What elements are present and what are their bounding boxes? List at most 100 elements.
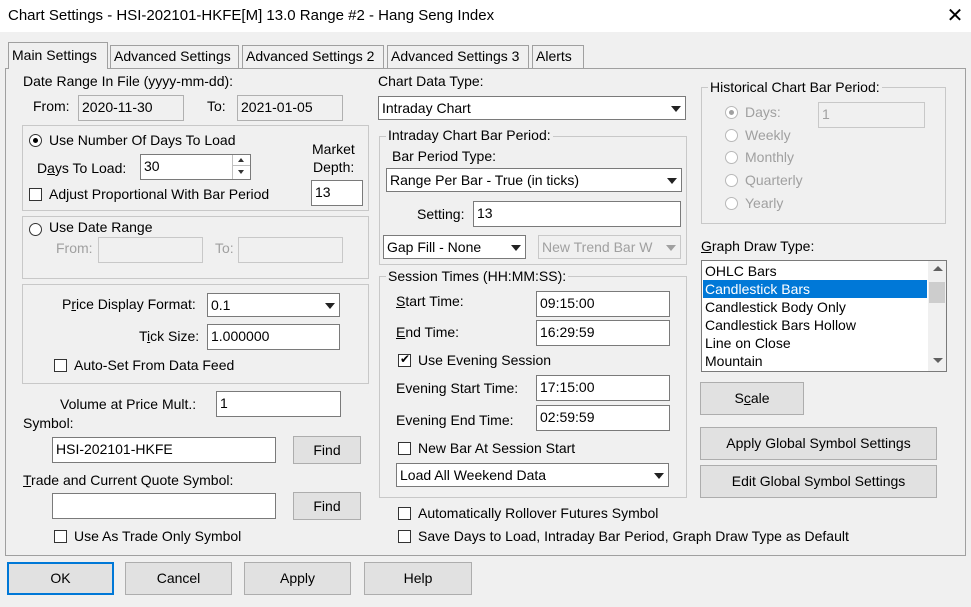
list-item-selected[interactable]: Candlestick Bars (703, 280, 927, 298)
range-from-label: From: (56, 240, 93, 256)
start-time-field[interactable]: 09:15:00 (536, 291, 670, 317)
close-icon[interactable]: ✕ (938, 3, 971, 29)
market-depth-label-1: Market (312, 141, 355, 157)
end-time-field[interactable]: 16:29:59 (536, 320, 670, 346)
yearly-label: Yearly (745, 195, 784, 211)
chevron-down-icon[interactable] (667, 97, 685, 119)
tick-size-label: Tick Size: (139, 328, 200, 344)
adjust-proportional-checkbox[interactable] (29, 188, 42, 201)
weekend-data-select[interactable]: Load All Weekend Data (396, 463, 669, 487)
bar-period-type-label: Bar Period Type: (392, 148, 497, 164)
days-to-load-label: Days To Load: (37, 160, 127, 176)
volume-mult-field[interactable]: 1 (216, 391, 341, 417)
trade-symbol-field[interactable] (52, 493, 276, 519)
trade-only-checkbox[interactable] (54, 530, 67, 543)
list-item[interactable]: OHLC Bars (703, 262, 927, 280)
new-bar-session-label: New Bar At Session Start (418, 440, 576, 456)
evening-end-label: Evening End Time: (396, 412, 514, 428)
new-trend-value: New Trend Bar W (542, 239, 653, 255)
apply-button[interactable]: Apply (244, 562, 351, 595)
chart-data-type-select[interactable]: Intraday Chart (378, 96, 686, 120)
list-item[interactable]: Candlestick Body Only (703, 298, 927, 316)
setting-field[interactable]: 13 (473, 201, 681, 227)
market-depth-label-2: Depth: (313, 159, 355, 175)
days-radio-label: Days: (745, 104, 781, 120)
auto-set-label: Auto-Set From Data Feed (74, 357, 235, 373)
chevron-down-icon[interactable] (663, 169, 681, 191)
edit-global-settings-button[interactable]: Edit Global Symbol Settings (700, 465, 937, 498)
new-bar-session-checkbox[interactable] (398, 442, 411, 455)
save-defaults-checkbox[interactable] (398, 530, 411, 543)
tick-size-field[interactable]: 1.000000 (207, 324, 340, 350)
days-to-load-stepper[interactable]: 30 (140, 154, 251, 180)
cancel-button[interactable]: Cancel (125, 562, 232, 595)
chevron-down-icon[interactable] (321, 294, 339, 316)
scale-button[interactable]: Scale (700, 382, 804, 415)
days-spinner[interactable] (232, 155, 250, 179)
help-button[interactable]: Help (364, 562, 472, 595)
scroll-down-icon[interactable] (928, 353, 946, 371)
title-bar: Chart Settings - HSI-202101-HKFE[M] 13.0… (0, 0, 971, 32)
market-depth-field[interactable]: 13 (311, 180, 363, 206)
range-to-label: To: (215, 240, 234, 256)
graph-draw-type-list[interactable]: OHLC Bars Candlestick Bars Candlestick B… (701, 260, 947, 372)
symbol-find-button[interactable]: Find (293, 436, 361, 464)
chart-data-type-label: Chart Data Type: (378, 73, 484, 89)
quarterly-radio (725, 174, 738, 187)
rollover-checkbox[interactable] (398, 507, 411, 520)
yearly-radio (725, 197, 738, 210)
price-format-select[interactable]: 0.1 (207, 293, 340, 317)
chart-data-type-value: Intraday Chart (382, 100, 471, 116)
trade-find-button[interactable]: Find (293, 492, 361, 520)
quarterly-label: Quarterly (745, 172, 803, 188)
weekend-data-value: Load All Weekend Data (400, 467, 547, 483)
days-radio (725, 106, 738, 119)
evening-session-checkbox[interactable] (398, 352, 411, 367)
weekly-radio (725, 129, 738, 142)
file-from-label: From: (33, 98, 70, 114)
gap-fill-select[interactable]: Gap Fill - None (383, 235, 526, 259)
chevron-down-icon[interactable] (507, 236, 525, 258)
use-days-radio[interactable] (29, 134, 42, 147)
range-to-field (238, 237, 343, 263)
auto-set-checkbox[interactable] (54, 359, 67, 372)
window-title: Chart Settings - HSI-202101-HKFE[M] 13.0… (8, 7, 495, 24)
historical-period-label: Historical Chart Bar Period: (708, 79, 882, 95)
list-item[interactable]: Line on Close (703, 334, 927, 352)
days-to-load-value: 30 (144, 158, 160, 174)
chevron-down-icon (662, 236, 680, 258)
tab-alerts[interactable]: Alerts (532, 45, 584, 68)
graph-draw-type-label: Graph Draw Type: (701, 238, 815, 254)
use-days-label: Use Number Of Days To Load (49, 132, 236, 148)
date-range-label: Date Range In File (yyyy-mm-dd): (23, 73, 234, 89)
trade-symbol-label: Trade and Current Quote Symbol: (23, 472, 234, 488)
list-scrollbar[interactable] (928, 261, 946, 371)
list-item[interactable]: Mountain (703, 352, 927, 370)
intraday-period-label: Intraday Chart Bar Period: (386, 127, 553, 143)
spin-down-icon[interactable] (233, 166, 250, 177)
scroll-thumb[interactable] (929, 282, 945, 303)
rollover-label: Automatically Rollover Futures Symbol (418, 505, 659, 521)
ok-button[interactable]: OK (7, 562, 114, 595)
use-date-range-radio[interactable] (29, 223, 42, 236)
spin-up-icon[interactable] (233, 155, 250, 166)
scroll-up-icon[interactable] (928, 261, 946, 279)
list-item[interactable]: Candlestick Bars Hollow (703, 316, 927, 334)
weekly-label: Weekly (745, 127, 791, 143)
tab-advanced-settings[interactable]: Advanced Settings (110, 45, 239, 68)
symbol-field[interactable]: HSI-202101-HKFE (52, 437, 276, 463)
file-to-label: To: (207, 98, 226, 114)
file-to-field: 2021-01-05 (237, 95, 343, 121)
start-time-label: Start Time: (396, 293, 464, 309)
apply-global-settings-button[interactable]: Apply Global Symbol Settings (700, 427, 937, 460)
session-times-label: Session Times (HH:MM:SS): (386, 268, 569, 284)
bar-period-type-select[interactable]: Range Per Bar - True (in ticks) (386, 168, 682, 192)
tab-main-settings[interactable]: Main Settings (8, 42, 108, 69)
price-format-value: 0.1 (211, 297, 231, 313)
tab-advanced-settings-3[interactable]: Advanced Settings 3 (387, 45, 529, 68)
evening-end-field[interactable]: 02:59:59 (536, 405, 670, 431)
end-time-label: End Time: (396, 324, 460, 340)
evening-start-field[interactable]: 17:15:00 (536, 375, 670, 401)
tab-advanced-settings-2[interactable]: Advanced Settings 2 (242, 45, 384, 68)
chevron-down-icon[interactable] (650, 464, 668, 486)
